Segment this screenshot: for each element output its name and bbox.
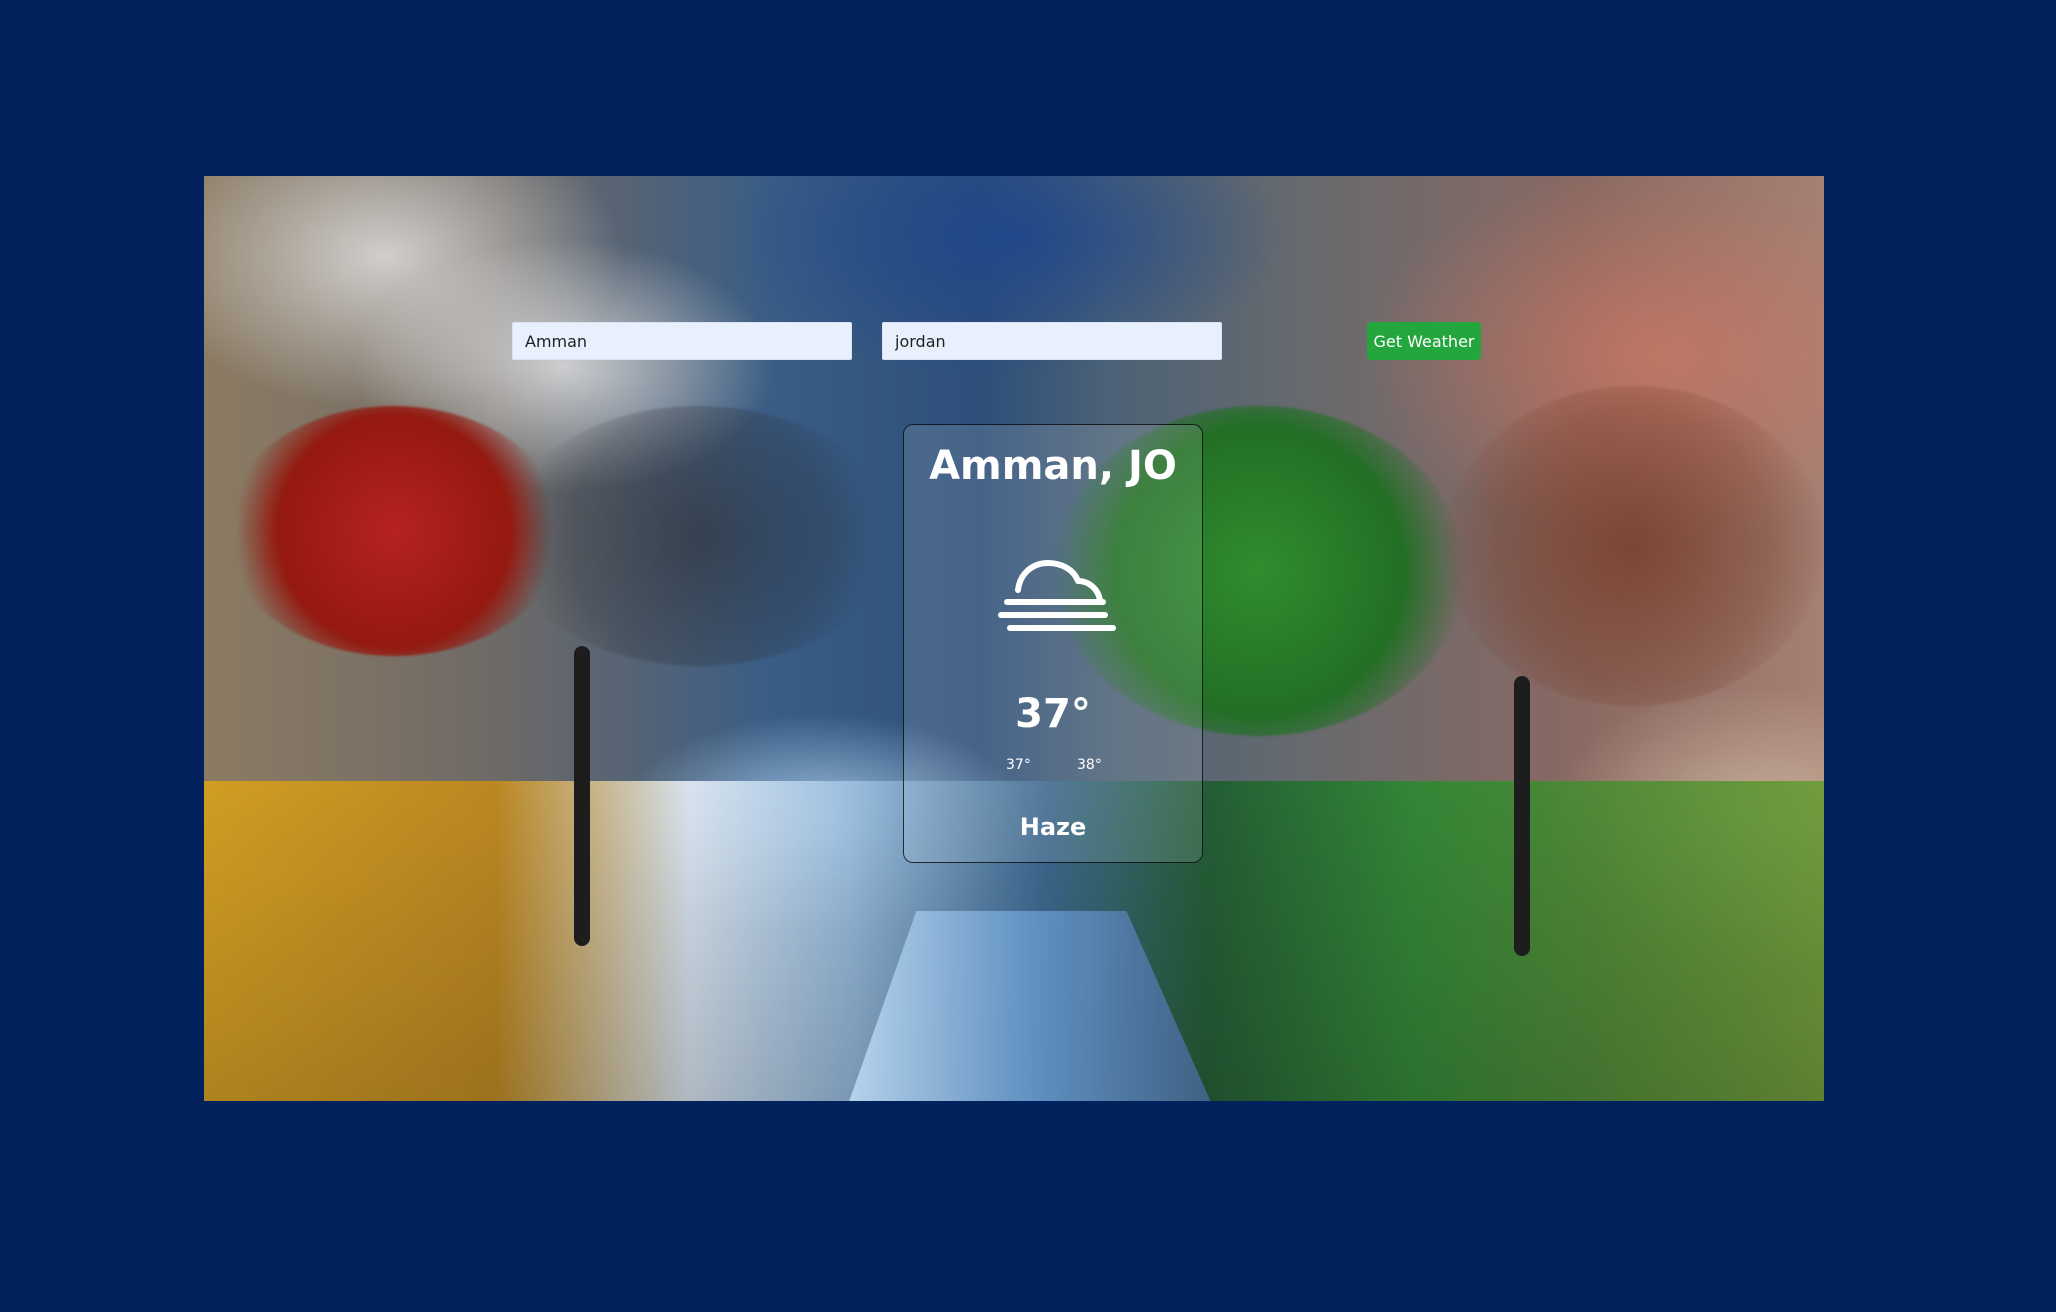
get-weather-button[interactable]: Get Weather: [1367, 322, 1481, 360]
weather-description: Haze: [1019, 813, 1087, 841]
location-title: Amman, JO: [929, 443, 1177, 489]
max-temperature: 38°: [1077, 757, 1102, 773]
weather-card: Amman, JO 37° 37° 38° Haze: [903, 424, 1203, 863]
brown-tree-canopy: [1444, 386, 1824, 706]
right-tree-trunk: [1514, 676, 1530, 956]
haze-icon: [998, 560, 1116, 631]
bare-tree-canopy: [504, 406, 894, 666]
min-temperature: 37°: [1006, 757, 1031, 773]
city-input[interactable]: [512, 322, 852, 360]
country-input[interactable]: [882, 322, 1222, 360]
search-controls: Get Weather: [512, 322, 1482, 360]
current-temperature: 37°: [1015, 691, 1091, 737]
left-tree-trunk: [574, 646, 590, 946]
